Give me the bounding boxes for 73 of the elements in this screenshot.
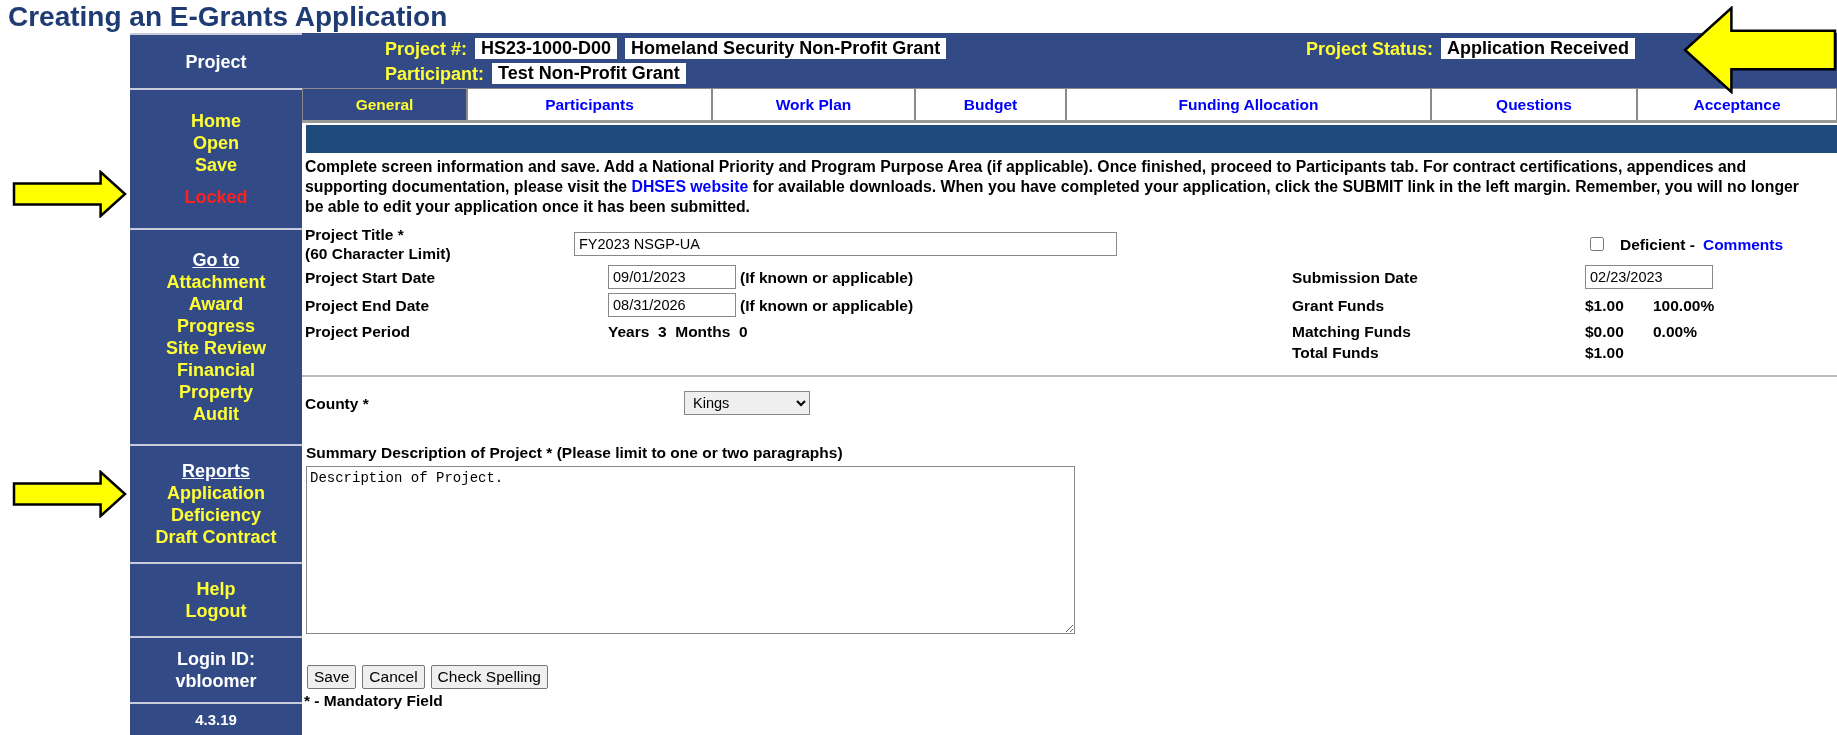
locked-status: Locked	[184, 186, 248, 208]
field-label: Total Funds	[1292, 342, 1380, 362]
field-note: (If known or applicable)	[740, 295, 914, 315]
sidebar-link[interactable]: Save	[194, 154, 237, 176]
login-info: Login ID:	[177, 648, 255, 670]
sidebar-link[interactable]: Help	[196, 578, 236, 600]
county-select[interactable]: Kings	[684, 391, 810, 415]
sidebar-link[interactable]: Deficiency	[170, 504, 261, 526]
tab[interactable]: Acceptance	[1637, 88, 1837, 120]
tab[interactable]: Questions	[1431, 88, 1637, 120]
sidebar-link[interactable]: Home	[191, 110, 241, 132]
date-field[interactable]: 09/01/2023	[608, 265, 736, 289]
sidebar-link[interactable]: Draft Contract	[155, 526, 277, 548]
comments-link[interactable]: Comments	[1702, 234, 1784, 254]
field-note: (If known or applicable)	[740, 267, 914, 287]
instructions-text: Complete screen information and save. Add a National Priority and Program Purpose Area (if applicable). Once finished, proceed to Participants tab. For contract certifications, appendices and supporting documentation, please visit the DHSES website for available downloads. When you have completed your application, click the SUBMIT link in the left margin. Remember, you will no longer be able to edit your application once it has been submitted.	[305, 157, 1800, 217]
project-status-label: Project Status:	[1305, 37, 1433, 60]
participant-label: Participant:	[385, 62, 485, 85]
value-text: $1.00	[1585, 342, 1625, 362]
sidebar-link[interactable]: Open	[193, 132, 239, 154]
field-label: Project Start Date	[305, 267, 437, 287]
value-text: 100.00%	[1653, 295, 1715, 315]
date-field[interactable]: 08/31/2026	[608, 293, 736, 317]
field-label: Project Title * (60 Character Limit)	[305, 225, 452, 263]
sidebar-link[interactable]: Audit	[193, 403, 239, 425]
project-name: Homeland Security Non-Profit Grant	[625, 38, 947, 59]
summary-field[interactable]: Description of Project.	[306, 466, 1075, 634]
login-info: vbloomer	[175, 670, 257, 692]
project-number: HS23-1000-D00	[475, 38, 618, 59]
website-link[interactable]: DHSES website	[631, 178, 749, 195]
sidebar-link[interactable]: Award	[188, 293, 244, 315]
form-button[interactable]: Save	[307, 665, 357, 689]
value-text: 0.00%	[1653, 321, 1697, 341]
project-title-field[interactable]: FY2023 NSGP-UA	[574, 232, 1117, 256]
participant-name: Test Non-Profit Grant	[492, 63, 686, 84]
sidebar-link[interactable]: Financial	[177, 359, 255, 381]
sidebar-heading: Go to	[192, 249, 240, 271]
sidebar-title: Project	[185, 50, 247, 73]
field-label: Grant Funds	[1292, 295, 1386, 315]
callout-arrow-icon	[12, 170, 127, 218]
field-label: Project Period	[305, 321, 412, 341]
tab[interactable]: Funding Allocation	[1066, 88, 1431, 120]
project-status: Application Received	[1440, 38, 1635, 59]
value-text: $0.00	[1585, 321, 1625, 341]
tab[interactable]: Budget	[915, 88, 1066, 120]
tab[interactable]: Work Plan	[712, 88, 915, 120]
form-button[interactable]: Check Spelling	[430, 665, 548, 689]
checkbox-label: Deficient -	[1620, 234, 1695, 254]
callout-arrow-icon	[1683, 6, 1837, 94]
version-label: 4.3.19	[195, 709, 237, 730]
sidebar-link[interactable]: Logout	[185, 600, 247, 622]
sidebar-link[interactable]: Progress	[176, 315, 255, 337]
field-label: Project End Date	[305, 295, 431, 315]
sidebar-link[interactable]: Site Review	[165, 337, 266, 359]
mandatory-note: * - Mandatory Field	[304, 691, 444, 710]
tab[interactable]: Participants	[467, 88, 712, 120]
field-label: Matching Funds	[1292, 321, 1412, 341]
field-label: Summary Description of Project * (Please limit to one or two paragraphs)	[306, 443, 844, 462]
sidebar-heading: Reports	[182, 460, 250, 482]
form-button[interactable]: Cancel	[362, 665, 425, 689]
deficient-checkbox[interactable]	[1590, 237, 1604, 251]
project-number-label: Project #:	[385, 37, 468, 60]
slide-title: Creating an E-Grants Application	[7, 0, 449, 33]
tab[interactable]: General	[302, 88, 467, 120]
sidebar-link[interactable]: Attachment	[166, 271, 266, 293]
sidebar-link[interactable]: Application	[167, 482, 265, 504]
sidebar-link[interactable]: Property	[179, 381, 253, 403]
field-label: Submission Date	[1292, 267, 1419, 287]
project-period-value: Years 3 Months 0	[608, 321, 748, 341]
callout-arrow-icon	[12, 470, 127, 518]
field-label: County *	[305, 393, 370, 413]
date-field[interactable]: 02/23/2023	[1585, 265, 1713, 289]
value-text: $1.00	[1585, 295, 1625, 315]
